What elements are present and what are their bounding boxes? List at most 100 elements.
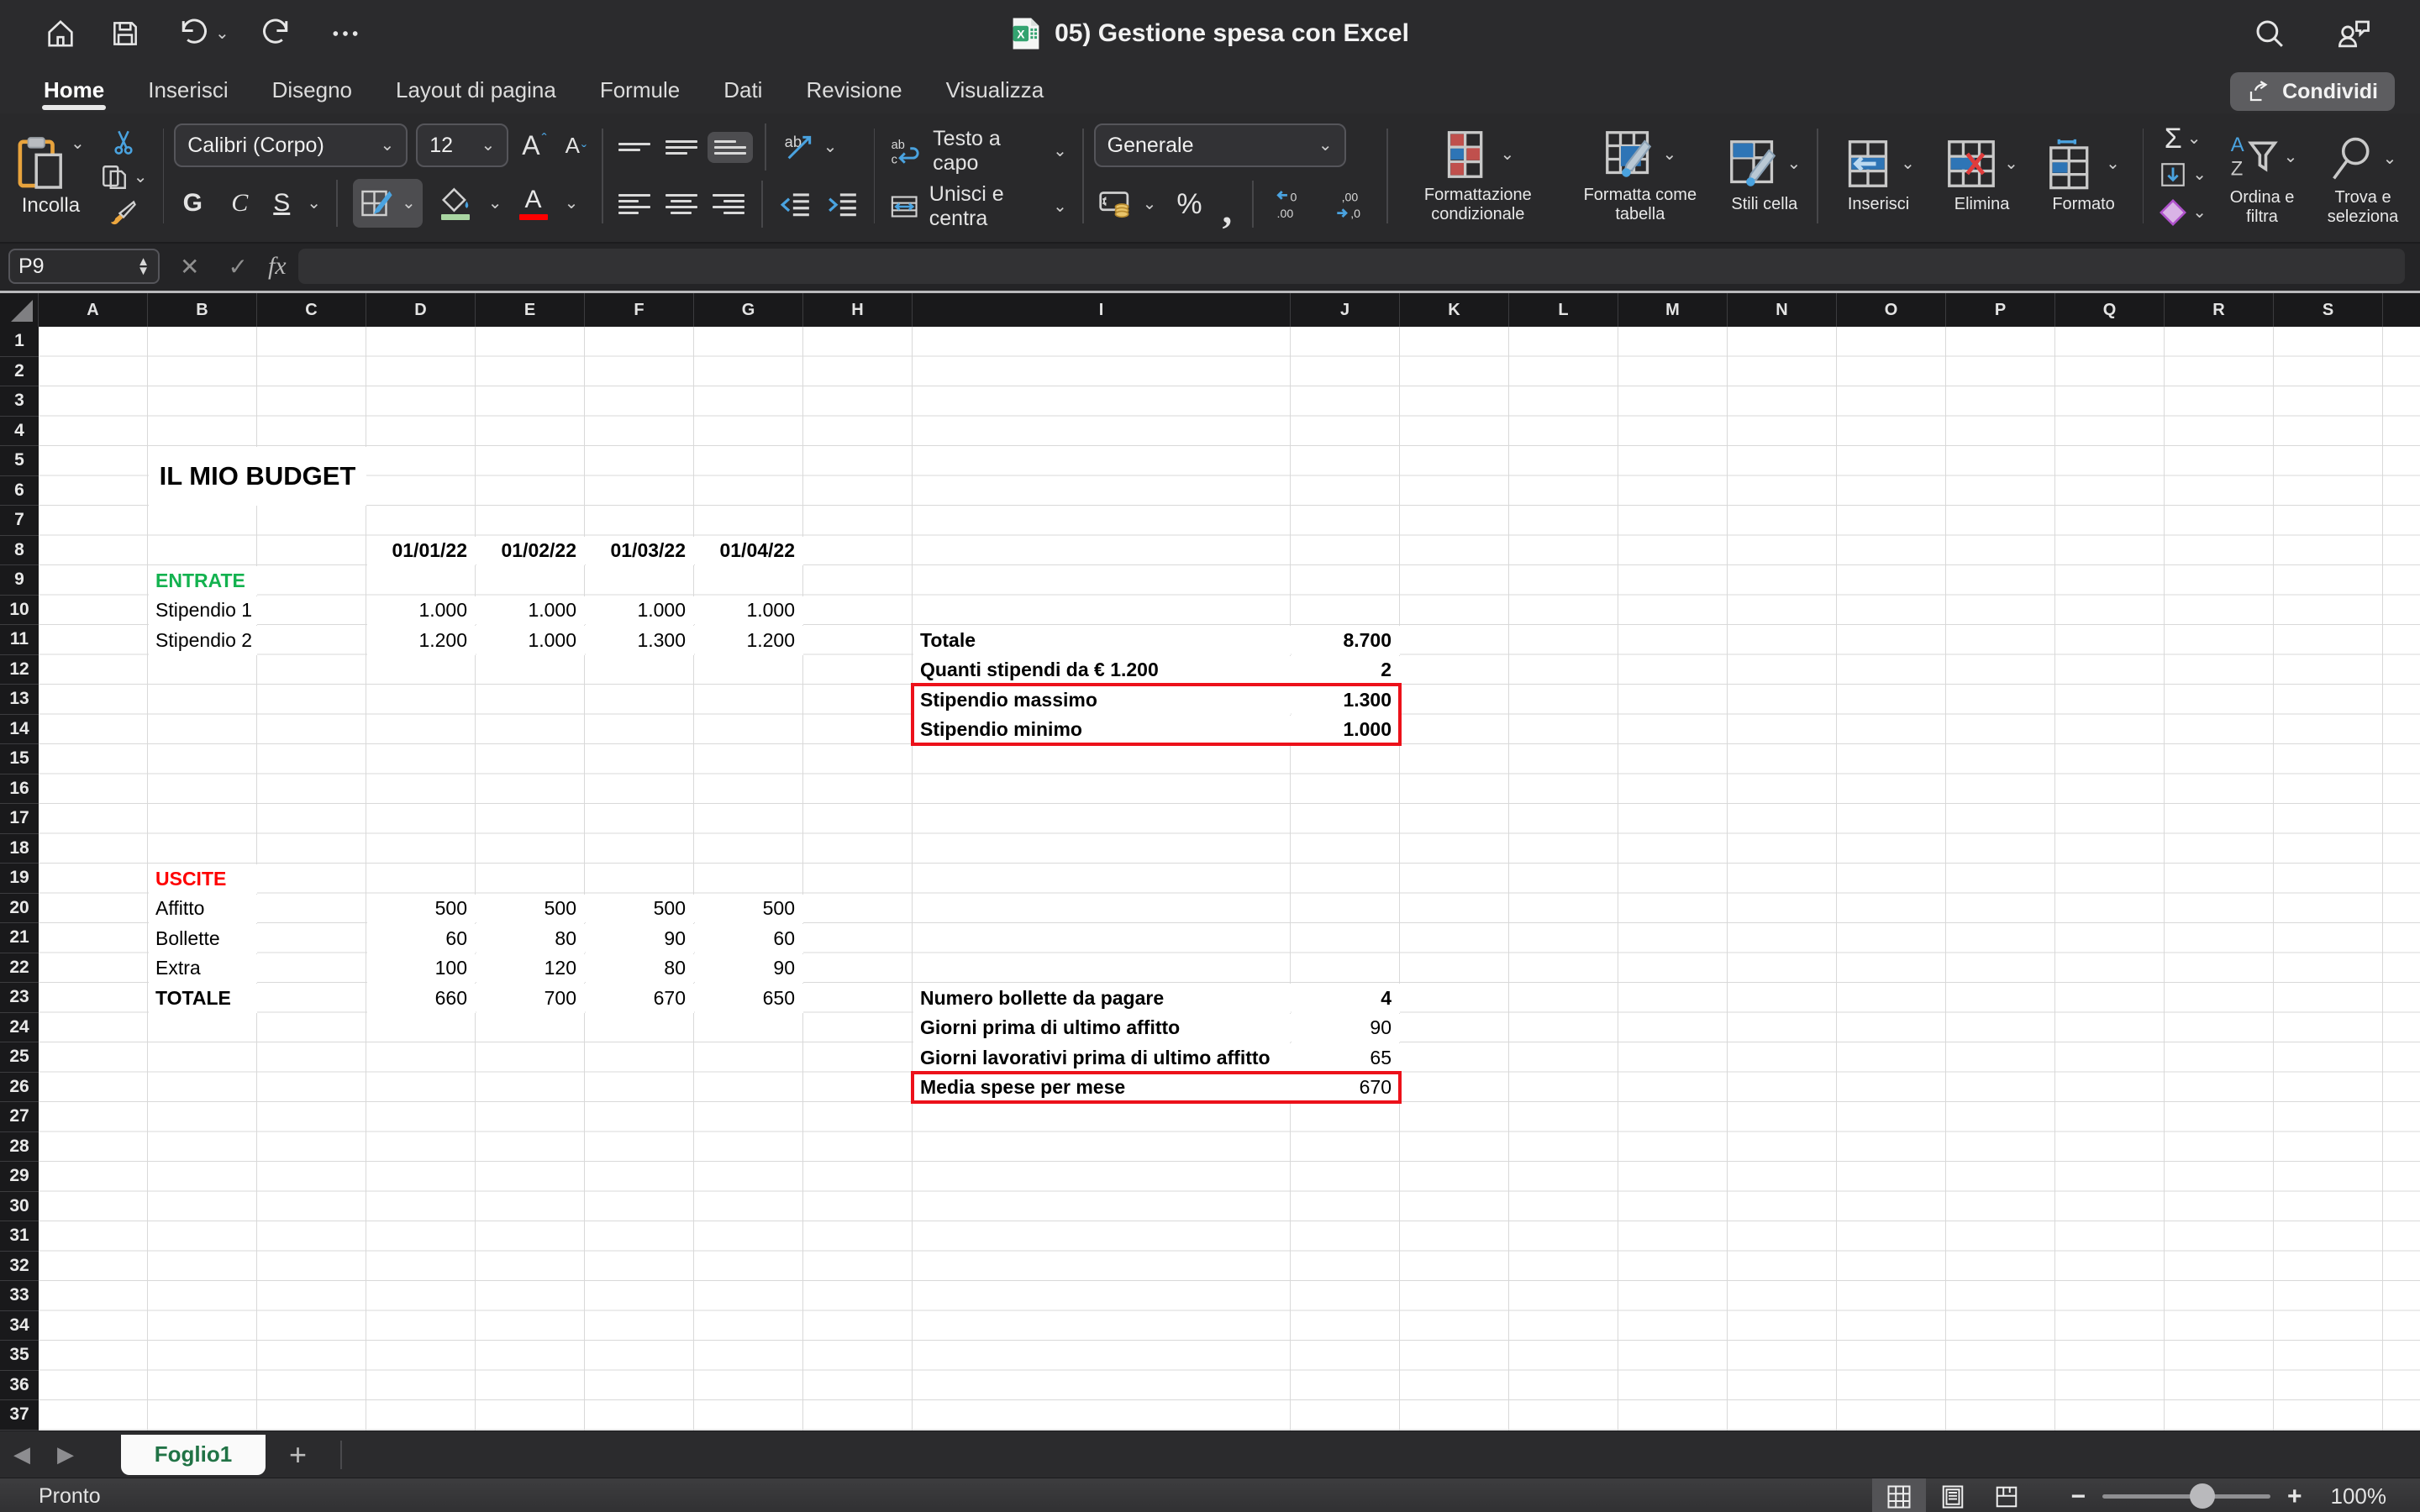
align-left-button[interactable] — [613, 191, 655, 218]
increase-decimal-button[interactable]: 0.00 — [1269, 184, 1318, 224]
cell-B22[interactable]: Extra — [149, 954, 257, 984]
align-center-button[interactable] — [660, 191, 702, 218]
fill-button[interactable]: ⌄ — [2154, 157, 2212, 192]
cell-J11[interactable]: 8.700 — [1292, 626, 1400, 655]
cell-E8[interactable]: 01/02/22 — [476, 537, 585, 566]
cell-E10[interactable]: 1.000 — [476, 596, 585, 626]
cell-B11[interactable]: Stipendio 2 — [149, 626, 257, 655]
zoom-percentage[interactable]: 100% — [2331, 1483, 2420, 1509]
row-header-26[interactable]: 26 — [0, 1073, 39, 1103]
cell-G8[interactable]: 01/04/22 — [695, 537, 803, 566]
decrease-decimal-button[interactable]: ,00,0 — [1328, 184, 1376, 224]
row-header-28[interactable]: 28 — [0, 1132, 39, 1163]
paste-button[interactable]: ⌄ Incolla — [12, 135, 90, 218]
column-header-J[interactable]: J — [1291, 293, 1400, 327]
formula-input[interactable] — [298, 249, 2405, 284]
row-header-37[interactable]: 37 — [0, 1400, 39, 1431]
cell-styles-button[interactable]: ⌄ Stili cella — [1723, 134, 1807, 218]
column-header-S[interactable]: S — [2274, 293, 2383, 327]
format-as-table-button[interactable]: ⌄ Formatta come tabella — [1566, 125, 1714, 228]
cell-G10[interactable]: 1.000 — [695, 596, 803, 626]
row-header-18[interactable]: 18 — [0, 834, 39, 864]
wrap-text-button[interactable]: abc Testo a capo ⌄ — [885, 123, 1072, 179]
orientation-button[interactable]: ab ⌄ — [778, 127, 843, 167]
share-button[interactable]: Condividi — [2230, 72, 2395, 111]
font-size-select[interactable]: 12⌄ — [416, 123, 508, 167]
row-header-4[interactable]: 4 — [0, 417, 39, 447]
cell-E22[interactable]: 120 — [476, 954, 585, 984]
column-header-E[interactable]: E — [476, 293, 585, 327]
normal-view-button[interactable] — [1872, 1478, 1926, 1512]
name-box[interactable]: P9 ▲▼ — [8, 249, 160, 284]
cell-G23[interactable]: 650 — [695, 984, 803, 1013]
cell-J23[interactable]: 4 — [1292, 984, 1400, 1013]
zoom-in-button[interactable]: + — [2287, 1483, 2302, 1511]
increase-indent-button[interactable] — [822, 187, 864, 221]
format-cells-button[interactable]: ⌄ Formato — [2035, 134, 2133, 218]
row-header-36[interactable]: 36 — [0, 1371, 39, 1401]
comma-button[interactable]: , — [1218, 186, 1238, 222]
font-name-select[interactable]: Calibri (Corpo)⌄ — [174, 123, 408, 167]
column-header-Q[interactable]: Q — [2055, 293, 2165, 327]
cell-F10[interactable]: 1.000 — [586, 596, 694, 626]
name-box-stepper[interactable]: ▲▼ — [137, 257, 150, 276]
align-right-button[interactable] — [708, 191, 750, 218]
more-icon[interactable] — [329, 17, 362, 50]
column-header-C[interactable]: C — [257, 293, 366, 327]
cell-G21[interactable]: 60 — [695, 924, 803, 953]
cell-F22[interactable]: 80 — [586, 954, 694, 984]
prev-sheet-icon[interactable]: ◀ — [0, 1441, 44, 1467]
row-header-6[interactable]: 6 — [0, 476, 39, 507]
row-header-7[interactable]: 7 — [0, 506, 39, 536]
row-header-17[interactable]: 17 — [0, 804, 39, 834]
page-break-view-button[interactable] — [1980, 1478, 2033, 1512]
column-header-N[interactable]: N — [1728, 293, 1837, 327]
insert-cells-button[interactable]: ⌄ Inserisci — [1828, 134, 1929, 218]
cell-D20[interactable]: 500 — [367, 895, 476, 924]
row-header-12[interactable]: 12 — [0, 655, 39, 685]
cell-J12[interactable]: 2 — [1292, 656, 1400, 685]
row-header-20[interactable]: 20 — [0, 894, 39, 924]
row-header-34[interactable]: 34 — [0, 1311, 39, 1341]
row-header-22[interactable]: 22 — [0, 953, 39, 984]
cell-F23[interactable]: 670 — [586, 984, 694, 1013]
cell-J24[interactable]: 90 — [1292, 1014, 1400, 1043]
currency-format-button[interactable]: ⌄ — [1094, 186, 1162, 223]
insert-function-icon[interactable]: fx — [268, 252, 287, 281]
borders-button[interactable]: ⌄ — [353, 179, 423, 228]
percent-button[interactable]: % — [1171, 185, 1207, 224]
cell-G22[interactable]: 90 — [695, 954, 803, 984]
cell-I23[interactable]: Numero bollette da pagare — [913, 984, 1291, 1013]
save-icon[interactable] — [109, 18, 141, 50]
zoom-slider-thumb[interactable] — [2190, 1483, 2215, 1509]
row-header-15[interactable]: 15 — [0, 744, 39, 774]
column-header-partial[interactable] — [2383, 293, 2420, 327]
tab-dati[interactable]: Dati — [702, 67, 784, 113]
add-sheet-button[interactable]: + — [266, 1437, 330, 1473]
row-header-35[interactable]: 35 — [0, 1341, 39, 1371]
row-header-30[interactable]: 30 — [0, 1192, 39, 1222]
cell-E11[interactable]: 1.000 — [476, 626, 585, 655]
cell-I24[interactable]: Giorni prima di ultimo affitto — [913, 1014, 1291, 1043]
column-header-I[interactable]: I — [913, 293, 1291, 327]
tab-visualizza[interactable]: Visualizza — [924, 67, 1066, 113]
format-painter-button[interactable] — [95, 195, 153, 232]
row-header-9[interactable]: 9 — [0, 565, 39, 596]
tab-disegno[interactable]: Disegno — [250, 67, 374, 113]
cell-J13[interactable]: 1.300 — [1292, 685, 1400, 715]
column-header-F[interactable]: F — [585, 293, 694, 327]
cell-G20[interactable]: 500 — [695, 895, 803, 924]
cell-J25[interactable]: 65 — [1292, 1043, 1400, 1073]
number-format-select[interactable]: Generale⌄ — [1094, 123, 1346, 167]
cell-I14[interactable]: Stipendio minimo — [913, 716, 1291, 745]
row-header-10[interactable]: 10 — [0, 596, 39, 626]
font-color-button[interactable]: A — [514, 187, 553, 220]
find-select-button[interactable]: ⌄ Trova e seleziona — [2312, 123, 2413, 230]
merge-center-button[interactable]: Unisci e centra ⌄ — [885, 179, 1072, 234]
row-header-13[interactable]: 13 — [0, 685, 39, 715]
tab-formule[interactable]: Formule — [578, 67, 702, 113]
cell-F11[interactable]: 1.300 — [586, 626, 694, 655]
row-header-1[interactable]: 1 — [0, 327, 39, 357]
cell-I26[interactable]: Media spese per mese — [913, 1074, 1291, 1103]
align-bottom-button[interactable] — [708, 132, 753, 163]
